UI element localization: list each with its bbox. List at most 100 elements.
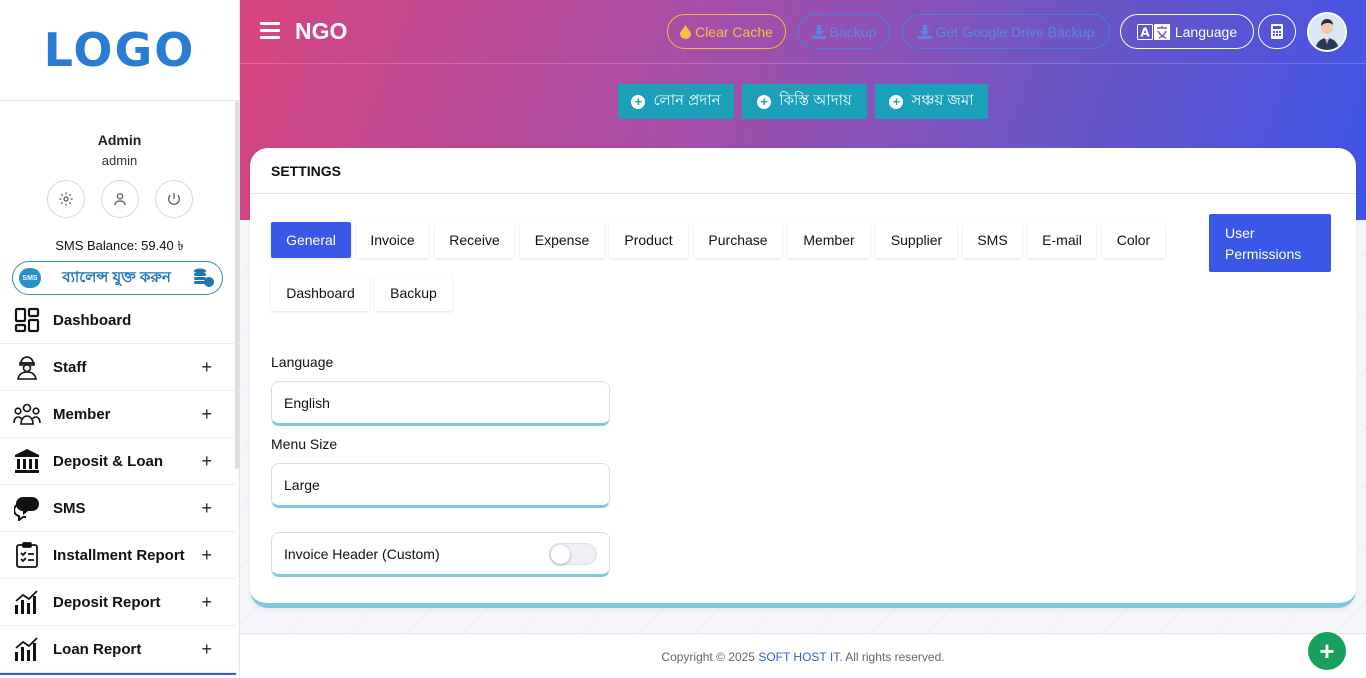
gear-icon [58, 192, 73, 206]
staff-icon [13, 353, 41, 381]
tab-dashboard[interactable]: Dashboard [271, 275, 370, 311]
power-icon [167, 193, 180, 205]
clear-cache-label: Clear Cache [695, 23, 773, 40]
google-drive-backup-button[interactable]: Get Google Drive Backup [902, 14, 1110, 49]
tab-purchase[interactable]: Purchase [694, 222, 782, 258]
profile-actions [0, 180, 239, 218]
chat-icon [13, 494, 41, 522]
download-icon [917, 24, 932, 39]
plus-circle-icon: + [889, 94, 904, 109]
savings-deposit-button[interactable]: + সঞ্চয় জমা [875, 84, 988, 119]
sidebar-item-label: Member [53, 405, 111, 423]
invoice-header-row: Invoice Header (Custom) [271, 532, 610, 577]
backup-button[interactable]: Backup [798, 14, 890, 49]
profile: Admin admin [0, 101, 239, 218]
tab-email[interactable]: E-mail [1028, 222, 1096, 258]
sidebar-item-deposit-loan[interactable]: Deposit & Loan + [0, 438, 236, 485]
expand-icon[interactable]: + [201, 451, 212, 472]
sidebar-item-label: Staff [53, 358, 87, 376]
user-avatar-icon [1309, 14, 1345, 50]
sidebar-item-installment-report[interactable]: Installment Report + [0, 532, 236, 579]
profile-button[interactable] [100, 180, 139, 218]
settings-button[interactable] [46, 180, 85, 218]
installment-collection-label: কিস্তি আদায় [779, 92, 852, 109]
chart-icon [13, 635, 41, 663]
sidebar-item-deposit-report[interactable]: Deposit Report + [0, 579, 236, 626]
plus-circle-icon: + [631, 94, 646, 109]
expand-icon[interactable]: + [201, 639, 212, 660]
menu-active-indicator [0, 673, 236, 675]
svg-text:A: A [1140, 25, 1150, 39]
tab-expense[interactable]: Expense [520, 222, 604, 258]
download-icon [811, 24, 826, 39]
sidebar-menu: Dashboard Staff + Member + Deposit & Loa… [0, 297, 239, 673]
expand-icon[interactable]: + [201, 592, 212, 613]
member-icon [13, 400, 41, 428]
expand-icon[interactable]: + [201, 357, 212, 378]
tab-general[interactable]: General [271, 222, 351, 258]
avatar[interactable] [1307, 12, 1347, 52]
language-label: Language [1174, 23, 1238, 40]
tab-member[interactable]: Member [788, 222, 870, 258]
coins-icon [194, 268, 214, 287]
backup-label: Backup [829, 23, 877, 40]
add-balance-button[interactable]: SMS ব্যালেন্স যুক্ত করুন [12, 261, 223, 295]
brand-link[interactable]: SOFT HOST IT [758, 650, 839, 664]
plus-icon: + [1319, 636, 1335, 666]
user-permissions-button[interactable]: User Permissions [1209, 214, 1331, 272]
expand-icon[interactable]: + [201, 545, 212, 566]
profile-name: Admin [97, 132, 142, 148]
floating-add-button[interactable]: + [1308, 632, 1346, 670]
sidebar-item-dashboard[interactable]: Dashboard [0, 297, 236, 344]
logo[interactable]: LOGO [44, 23, 196, 77]
installment-collection-button[interactable]: + কিস্তি আদায় [742, 84, 867, 119]
hamburger-menu-icon[interactable] [260, 22, 280, 40]
app-title: NGO [295, 18, 348, 44]
chart-icon [13, 588, 41, 616]
sidebar-item-label: Installment Report [53, 546, 185, 564]
sidebar-item-staff[interactable]: Staff + [0, 344, 236, 391]
savings-deposit-label: সঞ্চয় জমা [911, 92, 974, 109]
sidebar-item-label: Deposit Report [53, 593, 161, 611]
expand-icon[interactable]: + [201, 498, 212, 519]
sms-balance: SMS Balance: 59.40 ৳ [55, 238, 184, 253]
droplet-icon [680, 24, 692, 39]
google-drive-backup-label: Get Google Drive Backup [935, 23, 1095, 40]
copyright-suffix: . All rights reserved. [839, 650, 945, 664]
calculator-icon [1271, 24, 1283, 39]
logo-area: LOGO [0, 0, 239, 101]
sidebar-item-sms[interactable]: SMS + [0, 485, 236, 532]
clear-cache-button[interactable]: Clear Cache [667, 14, 786, 49]
user-icon [113, 193, 126, 206]
language-button[interactable]: A Language [1120, 14, 1254, 49]
language-select[interactable]: English [271, 381, 610, 426]
sidebar-item-label: Dashboard [53, 311, 132, 329]
loan-disbursement-button[interactable]: + লোন প্রদান [618, 84, 734, 119]
language-field-label: Language [271, 354, 334, 370]
clipboard-icon [13, 541, 41, 569]
menu-size-select[interactable]: Large [271, 463, 610, 508]
tab-product[interactable]: Product [609, 222, 688, 258]
settings-card: SETTINGS General Invoice Receive Expense… [250, 148, 1356, 608]
sidebar-item-label: Deposit & Loan [53, 452, 164, 470]
tab-supplier[interactable]: Supplier [876, 222, 957, 258]
sidebar-item-loan-report[interactable]: Loan Report + [0, 626, 236, 673]
translate-icon: A [1136, 23, 1170, 40]
tab-sms[interactable]: SMS [963, 222, 1022, 258]
tab-receive[interactable]: Receive [435, 222, 514, 258]
invoice-header-label: Invoice Header (Custom) [284, 545, 440, 562]
loan-disbursement-label: লোন প্রদান [653, 92, 721, 109]
settings-title: SETTINGS [250, 148, 1356, 194]
calculator-button[interactable] [1258, 14, 1296, 49]
invoice-header-toggle[interactable] [549, 543, 597, 565]
sidebar: LOGO Admin admin SMS Balance: 59.40 ৳ SM… [0, 0, 240, 678]
profile-role: admin [101, 153, 138, 168]
logout-button[interactable] [154, 180, 193, 218]
expand-icon[interactable]: + [201, 404, 212, 425]
tab-backup[interactable]: Backup [375, 275, 452, 311]
tab-invoice[interactable]: Invoice [357, 222, 428, 258]
tab-color[interactable]: Color [1102, 222, 1165, 258]
add-balance-label: ব্যালেন্স যুক্ত করুন [62, 268, 171, 286]
sidebar-item-label: Loan Report [53, 640, 142, 658]
sidebar-item-member[interactable]: Member + [0, 391, 236, 438]
